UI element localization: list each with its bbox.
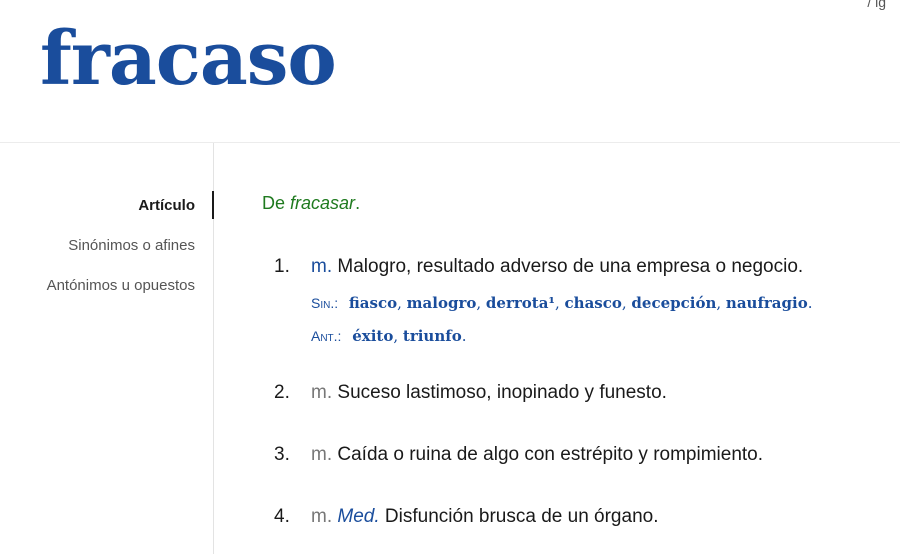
sense-3: 3. m. Caída o ruina de algo con estrépito… — [262, 444, 882, 466]
sense-definition: Malogro, resultado adverso de una empres… — [337, 256, 804, 277]
synonym-link[interactable]: decepción — [631, 294, 716, 312]
sense-4: 4. m. Med. Disfunción brusca de un órgano… — [262, 506, 882, 528]
sense-number: 2. — [274, 382, 290, 403]
sidebar-item-antonimos[interactable]: Antónimos u opuestos — [0, 277, 213, 294]
synonyms-line: Sin.: fiasco, malogro, derrota¹, chasco,… — [311, 294, 813, 312]
etymology-word-link[interactable]: fracasar — [290, 193, 355, 213]
sense-number: 4. — [274, 506, 290, 527]
sense-number: 1. — [274, 256, 290, 277]
antonym-link[interactable]: triunfo — [403, 327, 462, 345]
synonym-link[interactable]: naufragio — [726, 294, 808, 312]
sidebar-nav: Artículo Sinónimos o afines Antónimos u … — [0, 143, 214, 554]
sense-number: 3. — [274, 444, 290, 465]
header: fracaso — [0, 0, 900, 143]
sense-category-abbr[interactable]: m. — [311, 444, 332, 465]
sidebar-item-sinonimos[interactable]: Sinónimos o afines — [0, 237, 213, 254]
etymology: De fracasar. — [262, 193, 360, 214]
etymology-prefix: De — [262, 193, 286, 213]
sense-definition: Caída o ruina de algo con estrépito y ro… — [337, 444, 764, 465]
sense-domain-abbr[interactable]: Med. — [337, 506, 379, 527]
sense-category-abbr[interactable]: m. — [311, 506, 332, 527]
synonym-link[interactable]: chasco — [565, 294, 622, 312]
sense-category-abbr[interactable]: m. — [311, 256, 332, 277]
sense-definition: Suceso lastimoso, inopinado y funesto. — [337, 382, 667, 403]
sidebar-item-articulo[interactable]: Artículo — [0, 191, 214, 219]
etymology-suffix: . — [355, 193, 361, 213]
antonym-link[interactable]: éxito — [352, 327, 393, 345]
sense-category-abbr[interactable]: m. — [311, 382, 332, 403]
headword: fracaso — [40, 16, 337, 102]
antonyms-line: Ant.: éxito, triunfo. — [311, 327, 467, 345]
sense-2: 2. m. Suceso lastimoso, inopinado y funes… — [262, 382, 882, 404]
sense-1: 1. m. Malogro, resultado adverso de una e… — [262, 256, 882, 278]
synonym-link[interactable]: fiasco — [349, 294, 397, 312]
synonyms-label: Sin.: — [311, 295, 339, 311]
sense-definition: Disfunción brusca de un órgano. — [384, 506, 659, 527]
synonym-link[interactable]: malogro — [407, 294, 477, 312]
antonyms-label: Ant.: — [311, 328, 342, 344]
article-content: De fracasar. 1. m. Malogro, resultado adv… — [262, 143, 882, 554]
synonym-link[interactable]: derrota¹ — [486, 294, 555, 312]
